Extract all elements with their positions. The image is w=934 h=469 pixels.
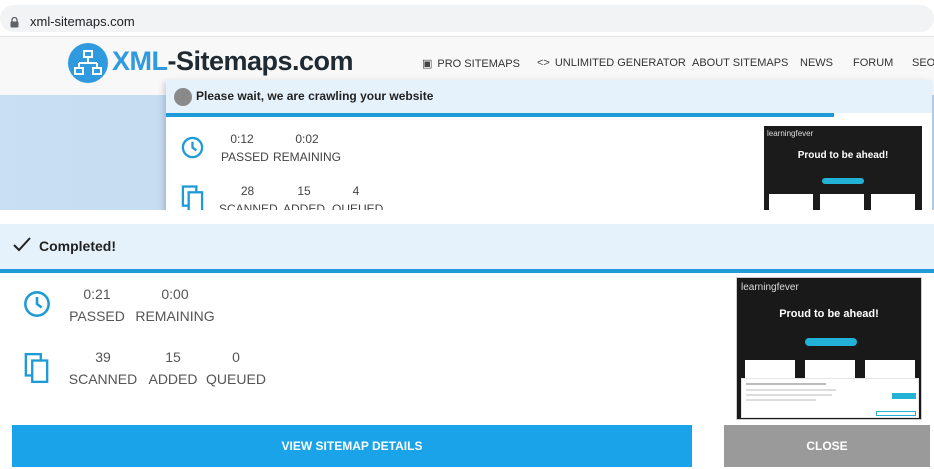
- close-button[interactable]: CLOSE: [724, 425, 930, 467]
- website-preview-thumbnail: learningfever Proud to be ahead!: [736, 277, 922, 420]
- clock-icon: [181, 136, 204, 159]
- queued-label: QUEUED: [206, 371, 266, 387]
- added-label: ADDED: [148, 371, 198, 387]
- preview-card: [745, 360, 795, 378]
- preview-card: [820, 194, 864, 210]
- lock-icon: [10, 17, 19, 28]
- browser-address-bar: xml-sitemaps.com: [0, 0, 934, 37]
- spinner-icon: [174, 88, 192, 106]
- scanned-label: SCANNED: [68, 371, 138, 387]
- passed-label: PASSED: [69, 308, 125, 324]
- site-logo[interactable]: XML-Sitemaps.com: [112, 46, 354, 77]
- crawl-scanned: 28 SCANNED: [219, 184, 278, 210]
- passed-value: 0:21: [83, 286, 111, 302]
- crawling-dialog: Please wait, we are crawling your websit…: [166, 80, 932, 210]
- crawl-passed: 0:12 PASSED: [221, 132, 269, 164]
- completed-progress-bar: [0, 269, 934, 273]
- crawling-preview-thumbnail: learningfever Proud to be ahead!: [764, 126, 922, 210]
- sitemap-logo-icon[interactable]: [68, 43, 108, 83]
- stat-remaining: 0:00 REMAINING: [133, 283, 217, 327]
- check-icon: [13, 237, 31, 252]
- nav-seo[interactable]: SEO: [912, 57, 934, 69]
- crawl-remaining: 0:02 REMAINING: [272, 132, 341, 164]
- url-text: xml-sitemaps.com: [30, 14, 135, 29]
- url-field[interactable]: xml-sitemaps.com: [0, 5, 934, 32]
- view-sitemap-details-button[interactable]: VIEW SITEMAP DETAILS: [12, 425, 692, 467]
- preview-brand: learningfever: [741, 282, 799, 293]
- scanned-value: 39: [95, 349, 111, 365]
- preview-card: [805, 360, 855, 378]
- page: xml-sitemaps.com XML-Sitemaps.com ▣ PRO S…: [0, 0, 934, 469]
- clock-icon: [24, 291, 50, 317]
- preview-tagline: Proud to be ahead!: [797, 150, 889, 161]
- stat-queued: 0 QUEUED: [205, 346, 267, 390]
- copy-pages-icon: [181, 185, 204, 210]
- completed-title: Completed!: [39, 238, 116, 254]
- preview-card: [865, 360, 915, 378]
- crawling-title: Please wait, we are crawling your websit…: [196, 89, 434, 103]
- nav-pro-sitemaps[interactable]: ▣ PRO SITEMAPS: [422, 57, 520, 70]
- stat-added: 15 ADDED: [144, 346, 202, 390]
- stat-passed: 0:21 PASSED: [66, 283, 128, 327]
- remaining-label: REMAINING: [135, 308, 215, 324]
- preview-card: [871, 194, 915, 210]
- preview-cta: [805, 338, 857, 346]
- preview-tagline: Proud to be ahead!: [779, 308, 879, 320]
- code-icon: <>: [537, 57, 550, 69]
- pro-icon: ▣: [422, 58, 433, 70]
- crawl-added: 15 ADDED: [282, 184, 325, 210]
- added-value: 15: [165, 349, 181, 365]
- crawling-progress-bar: [166, 113, 834, 117]
- preview-cookie-banner: [741, 378, 919, 418]
- logo-xml: XML: [112, 46, 168, 76]
- queued-value: 0: [232, 349, 240, 365]
- crawling-header: Please wait, we are crawling your websit…: [166, 80, 932, 113]
- copy-pages-icon: [24, 352, 49, 384]
- preview-brand: learningfever: [767, 129, 814, 138]
- logo-rest: -Sitemaps.com: [167, 46, 354, 76]
- crawl-queued: 4 QUEUED: [332, 184, 384, 210]
- nav-forum[interactable]: FORUM: [853, 57, 893, 69]
- nav-news[interactable]: NEWS: [800, 57, 833, 69]
- nav-about-sitemaps[interactable]: ABOUT SITEMAPS: [692, 57, 788, 69]
- remaining-value: 0:00: [161, 286, 189, 302]
- nav-unlimited-generator[interactable]: <> UNLIMITED GENERATOR: [537, 57, 686, 69]
- preview-cta: [822, 178, 864, 184]
- crawling-screenshot: xml-sitemaps.com XML-Sitemaps.com ▣ PRO S…: [0, 0, 934, 210]
- completed-header: [0, 224, 934, 269]
- stat-scanned: 39 SCANNED: [66, 346, 140, 390]
- preview-card: [769, 194, 813, 210]
